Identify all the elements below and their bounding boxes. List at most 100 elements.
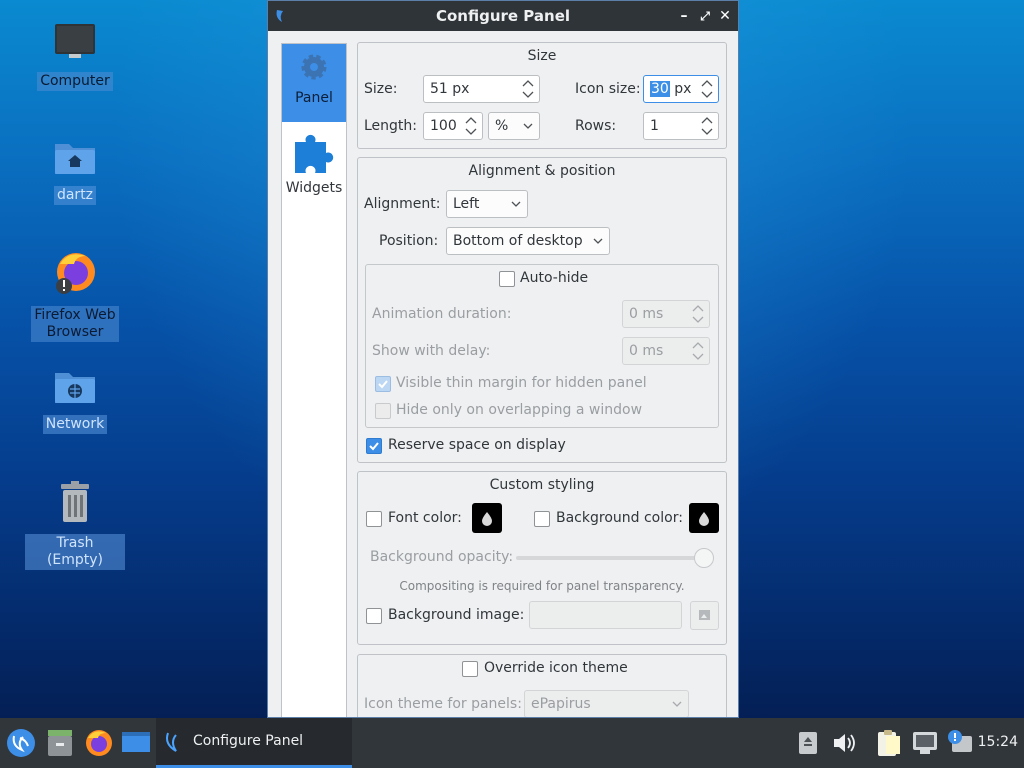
- spin-arrows-icon[interactable]: [521, 78, 535, 100]
- icon-size-unit: px: [669, 81, 692, 97]
- override-icon-theme-checkbox[interactable]: [462, 661, 478, 677]
- browse-image-button[interactable]: [690, 601, 719, 630]
- icon-size-label: Icon size:: [575, 81, 641, 97]
- removable-media-icon[interactable]: [797, 730, 819, 756]
- sidebar-item-panel[interactable]: Panel: [282, 44, 346, 122]
- configure-panel-dialog: Configure Panel – ⤢ ✕ Panel Widgets Size…: [267, 0, 739, 718]
- background-color-button[interactable]: [689, 503, 719, 533]
- chevron-down-icon: [523, 123, 533, 129]
- position-label: Position:: [379, 233, 439, 249]
- clock[interactable]: 15:24: [978, 734, 1018, 750]
- volume-icon[interactable]: [831, 730, 857, 756]
- desktop-icon-label: Firefox Web Browser: [31, 306, 119, 342]
- spin-arrows-icon[interactable]: [464, 115, 478, 137]
- group-title: Custom styling: [489, 477, 595, 493]
- background-color-checkbox[interactable]: [534, 511, 550, 527]
- show-desktop-icon[interactable]: [121, 730, 151, 756]
- size-spinbox[interactable]: 51 px: [423, 75, 540, 103]
- custom-styling-group: Custom styling Font color: Background co…: [357, 471, 727, 645]
- animation-duration-spinbox[interactable]: 0 ms: [622, 300, 710, 328]
- alignment-value: Left: [453, 196, 480, 212]
- sidebar-item-label: Panel: [295, 90, 333, 106]
- minimize-button[interactable]: –: [674, 1, 694, 31]
- background-color-label: Background color:: [556, 510, 683, 526]
- spin-arrows-icon[interactable]: [700, 78, 714, 100]
- file-manager-icon[interactable]: [46, 728, 74, 758]
- desktop-icon-home-folder[interactable]: dartz: [25, 138, 125, 205]
- override-icon-theme-label: Override icon theme: [484, 660, 628, 676]
- checkmark-icon: [369, 442, 379, 451]
- puzzle-icon: [295, 134, 334, 173]
- thin-margin-checkbox[interactable]: [375, 376, 391, 392]
- firefox-icon: [56, 253, 95, 294]
- background-image-checkbox[interactable]: [366, 608, 382, 624]
- notification-icon[interactable]: [946, 728, 974, 758]
- auto-hide-checkbox[interactable]: [499, 271, 515, 287]
- show-delay-value: 0 ms: [629, 343, 664, 359]
- background-image-label: Background image:: [388, 607, 525, 623]
- spin-arrows-icon[interactable]: [691, 340, 705, 362]
- home-folder-icon: [55, 144, 95, 174]
- clipboard-icon[interactable]: [875, 728, 903, 758]
- spin-arrows-icon[interactable]: [700, 115, 714, 137]
- show-delay-spinbox[interactable]: 0 ms: [622, 337, 710, 365]
- icon-theme-combo[interactable]: ePapirus: [524, 690, 689, 717]
- length-spinbox[interactable]: 100: [423, 112, 483, 140]
- background-image-field[interactable]: [529, 601, 682, 629]
- auto-hide-label: Auto-hide: [520, 270, 589, 286]
- close-button[interactable]: ✕: [715, 1, 735, 31]
- taskbar-task-configure-panel[interactable]: Configure Panel: [156, 718, 352, 768]
- position-combo[interactable]: Bottom of desktop: [446, 227, 610, 255]
- font-color-checkbox[interactable]: [366, 511, 382, 527]
- color-drop-icon: [482, 512, 492, 526]
- desktop-icon-computer[interactable]: Computer: [25, 22, 125, 91]
- auto-hide-group: Auto-hide Animation duration: 0 ms Show …: [365, 264, 719, 428]
- settings-sidebar: Panel Widgets: [281, 43, 347, 717]
- hide-overlap-checkbox[interactable]: [375, 403, 391, 419]
- hide-overlap-label: Hide only on overlapping a window: [396, 402, 643, 418]
- background-opacity-label: Background opacity:: [370, 549, 514, 565]
- gear-icon: [301, 54, 327, 80]
- alignment-label: Alignment:: [364, 196, 441, 212]
- desktop-icon-firefox[interactable]: Firefox Web Browser: [25, 250, 125, 342]
- background-opacity-slider[interactable]: [516, 548, 714, 568]
- task-label: Configure Panel: [193, 733, 304, 749]
- desktop-icon-label: dartz: [53, 186, 97, 205]
- start-menu-icon[interactable]: [6, 728, 36, 758]
- network-status-icon[interactable]: [911, 730, 939, 756]
- rows-spinbox[interactable]: 1: [643, 112, 719, 140]
- position-value: Bottom of desktop: [453, 233, 583, 249]
- length-label: Length:: [364, 118, 418, 134]
- checkmark-icon: [378, 380, 388, 389]
- sidebar-item-label: Widgets: [285, 180, 343, 196]
- reserve-space-checkbox[interactable]: [366, 438, 382, 454]
- desktop-icon-trash[interactable]: Trash (Empty): [25, 480, 125, 570]
- alignment-position-group: Alignment & position Alignment: Left Pos…: [357, 157, 727, 463]
- firefox-taskbar-icon[interactable]: [84, 728, 114, 758]
- trash-icon: [61, 481, 89, 522]
- rows-value: 1: [650, 118, 659, 134]
- spin-arrows-icon[interactable]: [691, 303, 705, 325]
- dialog-titlebar[interactable]: Configure Panel – ⤢ ✕: [268, 1, 738, 31]
- size-group: Size Size: 51 px Icon size: 30 px Length…: [357, 42, 727, 149]
- sidebar-item-widgets[interactable]: Widgets: [282, 122, 346, 200]
- alignment-combo[interactable]: Left: [446, 190, 528, 218]
- desktop-icon-label: Network: [42, 415, 108, 434]
- icon-size-spinbox[interactable]: 30 px: [643, 75, 719, 103]
- desktop-icon-network[interactable]: Network: [25, 367, 125, 434]
- desktop-icon-label: Trash (Empty): [25, 534, 125, 570]
- color-drop-icon: [699, 512, 709, 526]
- chevron-down-icon: [672, 701, 682, 707]
- chevron-down-icon: [511, 201, 521, 207]
- length-unit-value: %: [495, 118, 509, 134]
- length-unit-combo[interactable]: %: [488, 112, 540, 140]
- maximize-button[interactable]: ⤢: [695, 1, 715, 31]
- rows-label: Rows:: [575, 118, 617, 134]
- chevron-down-icon: [593, 238, 603, 244]
- slider-handle[interactable]: [694, 548, 714, 568]
- font-color-button[interactable]: [472, 503, 502, 533]
- slider-track: [516, 556, 706, 560]
- size-value: 51 px: [430, 81, 470, 97]
- group-title: Size: [527, 48, 557, 64]
- image-browse-icon: [699, 610, 710, 620]
